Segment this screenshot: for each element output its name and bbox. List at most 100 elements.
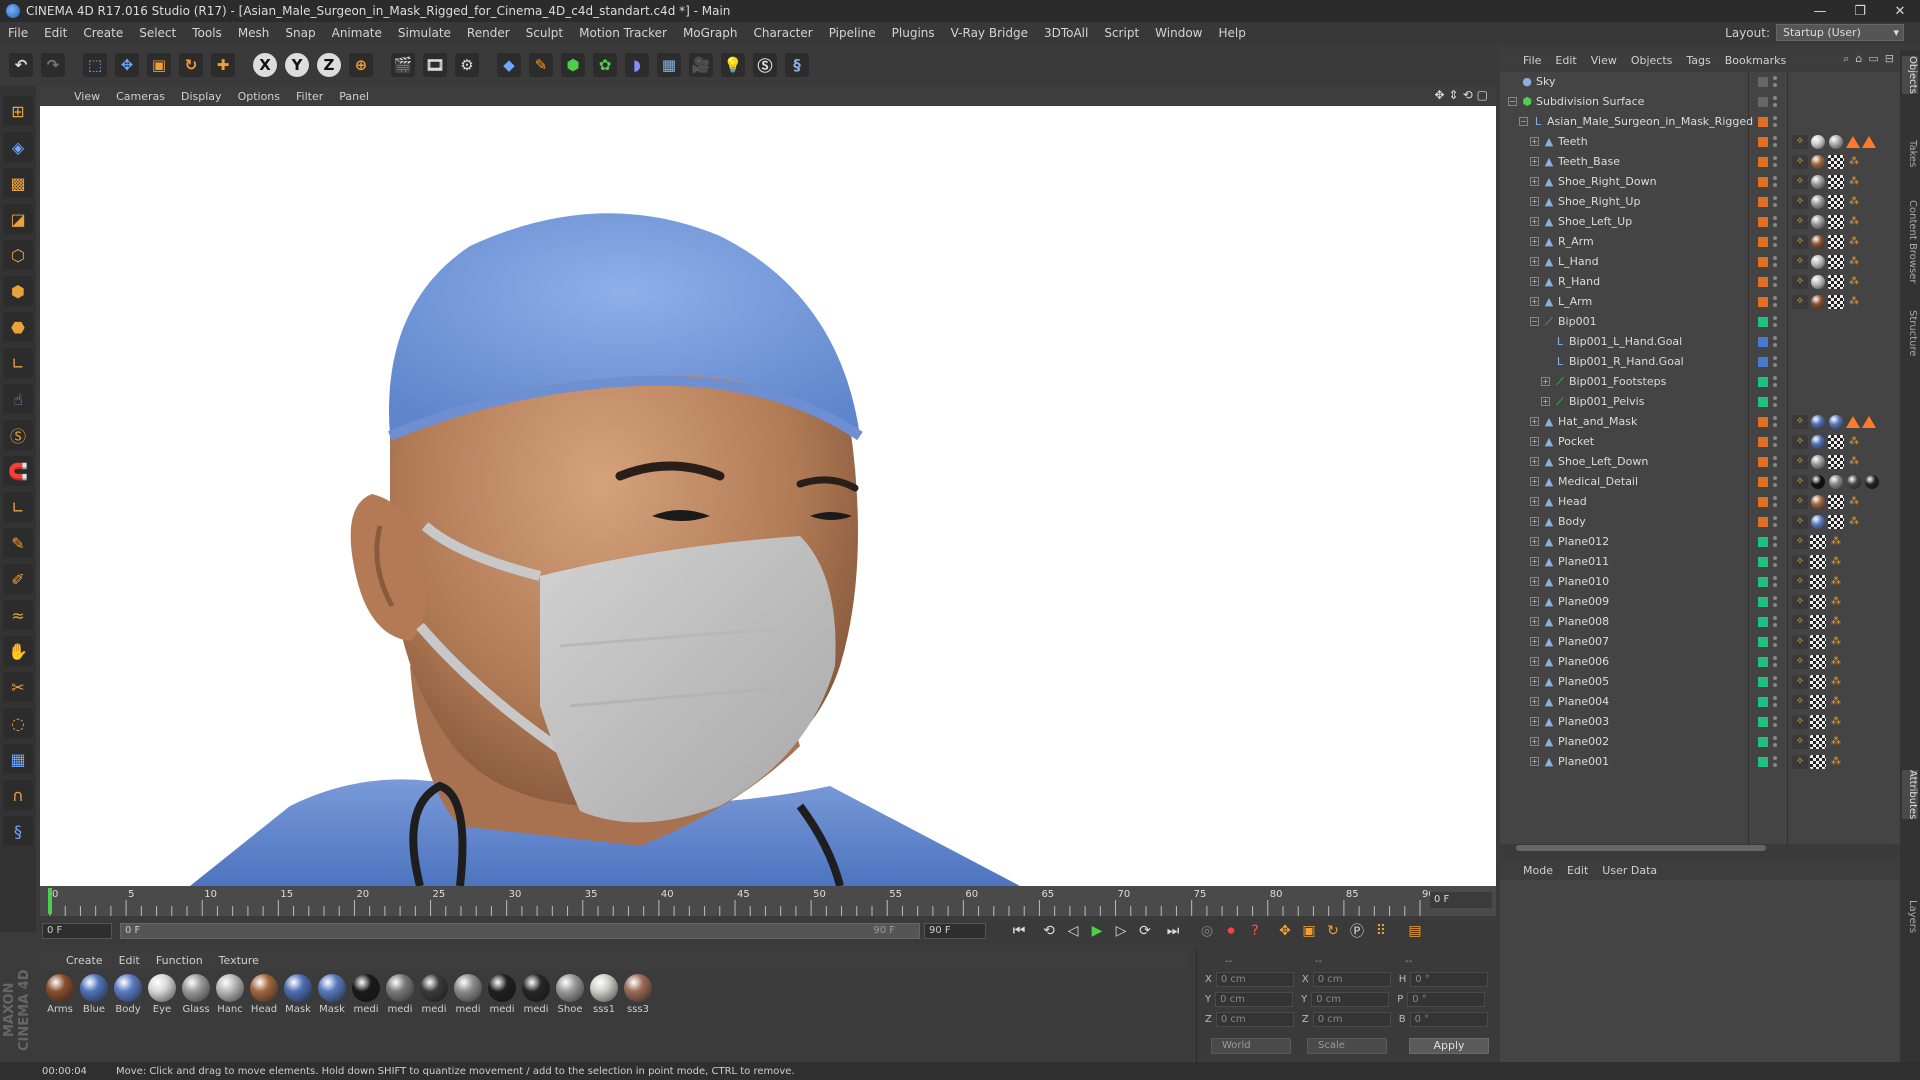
menu-sculpt[interactable]: Sculpt	[518, 26, 571, 40]
layer-color-swatch[interactable]	[1758, 357, 1768, 367]
edit-render-settings-button[interactable]: ⚙	[452, 48, 482, 82]
camera-button[interactable]: 🎥	[686, 48, 716, 82]
expand-toggle[interactable]: +	[1530, 597, 1539, 606]
visibility-toggle[interactable]	[1772, 355, 1778, 369]
material-swatch[interactable]: medi	[486, 974, 518, 1015]
search-icon[interactable]: ⌕	[1843, 52, 1849, 66]
material-swatch[interactable]: Glass	[180, 974, 212, 1015]
object-row[interactable]: L Bip001_R_Hand.Goal	[1500, 352, 1900, 372]
pinch-tool[interactable]: ✂	[3, 672, 33, 702]
object-row[interactable]: − ⟋ Bip001	[1500, 312, 1900, 332]
cloner-button[interactable]: ✿	[590, 48, 620, 82]
menu-window[interactable]: Window	[1147, 26, 1210, 40]
layer-color-swatch[interactable]	[1758, 117, 1768, 127]
layer-color-swatch[interactable]	[1758, 377, 1768, 387]
object-row[interactable]: + ▲ Shoe_Left_Down ✧ ⁂	[1500, 452, 1900, 472]
side-tab-content-browser[interactable]: Content Browser	[1902, 200, 1918, 283]
material-tag-icon[interactable]	[1811, 495, 1825, 509]
material-tag-icon[interactable]	[1811, 235, 1825, 249]
object-row[interactable]: + ▲ L_Arm ✧ ⁂	[1500, 292, 1900, 312]
rotation-h-field[interactable]: 0 °	[1410, 972, 1489, 987]
phong-tag-icon[interactable]: ✧	[1792, 235, 1808, 249]
menu-simulate[interactable]: Simulate	[390, 26, 459, 40]
pen-button[interactable]: ✎	[526, 48, 556, 82]
move-button[interactable]: ✥	[112, 48, 142, 82]
phong-tag-icon[interactable]: ✧	[1792, 155, 1808, 169]
next-key-icon[interactable]: ⟳	[1134, 922, 1156, 940]
live-select-button[interactable]: ⬚	[80, 48, 110, 82]
uvw-tag-icon[interactable]	[1828, 195, 1844, 209]
expand-toggle[interactable]: +	[1530, 477, 1539, 486]
object-row[interactable]: + ▲ Plane007 ✧ ⁂	[1500, 632, 1900, 652]
material-swatch[interactable]: Mask	[282, 974, 314, 1015]
viewport-menu-options[interactable]: Options	[230, 90, 288, 103]
object-row[interactable]: L Bip001_L_Hand.Goal	[1500, 332, 1900, 352]
layer-color-swatch[interactable]	[1758, 297, 1768, 307]
uvw-tag-icon[interactable]	[1810, 575, 1826, 589]
objects-menu-tags[interactable]: Tags	[1679, 54, 1717, 67]
material-tag-icon[interactable]	[1811, 415, 1825, 429]
last-tool-button[interactable]: ✚	[208, 48, 238, 82]
minimize-button[interactable]: —	[1800, 0, 1840, 22]
uvw-tag-icon[interactable]	[1828, 235, 1844, 249]
expand-toggle[interactable]: +	[1530, 697, 1539, 706]
menu-3dtoall[interactable]: 3DToAll	[1036, 26, 1096, 40]
go-to-end-icon[interactable]: ⏭	[1162, 922, 1184, 940]
expand-toggle[interactable]: −	[1530, 317, 1539, 326]
visibility-toggle[interactable]	[1772, 155, 1778, 169]
phong-tag-icon[interactable]: ✧	[1792, 655, 1808, 669]
home-icon[interactable]: ⌂	[1855, 52, 1862, 66]
expand-toggle[interactable]: +	[1530, 457, 1539, 466]
material-tag-icon[interactable]	[1811, 195, 1825, 209]
playhead-marker[interactable]	[48, 888, 52, 914]
visibility-toggle[interactable]	[1772, 115, 1778, 129]
scale-button[interactable]: ▣	[144, 48, 174, 82]
visibility-toggle[interactable]	[1772, 135, 1778, 149]
phong-tag-icon[interactable]: ✧	[1792, 455, 1808, 469]
visibility-toggle[interactable]	[1772, 655, 1778, 669]
object-name[interactable]: Bip001	[1558, 315, 1597, 328]
material-swatch[interactable]: Blue	[78, 974, 110, 1015]
smooth-tool[interactable]: ≈	[3, 600, 33, 630]
expand-toggle[interactable]: +	[1530, 217, 1539, 226]
visibility-toggle[interactable]	[1772, 555, 1778, 569]
size-z-field[interactable]: 0 cm	[1312, 1012, 1391, 1027]
expand-toggle[interactable]: −	[1519, 117, 1528, 126]
weight-tag-icon[interactable]: ⁂	[1828, 695, 1844, 709]
undo-button[interactable]: ↶	[6, 48, 36, 82]
position-z-field[interactable]: 0 cm	[1215, 1012, 1294, 1027]
floor-button[interactable]: ▦	[654, 48, 684, 82]
menu-tools[interactable]: Tools	[184, 26, 230, 40]
material-menu-function[interactable]: Function	[148, 954, 211, 967]
object-row[interactable]: + ▲ Plane005 ✧ ⁂	[1500, 672, 1900, 692]
layer-color-swatch[interactable]	[1758, 517, 1768, 527]
rotation-key-icon[interactable]: ↻	[1322, 922, 1344, 940]
weight-tag-icon[interactable]: ⁂	[1846, 255, 1862, 269]
expand-toggle[interactable]: +	[1530, 617, 1539, 626]
paint-tool[interactable]: ✐	[3, 564, 33, 594]
menu-edit[interactable]: Edit	[36, 26, 75, 40]
sculpt-brush-tool[interactable]: ✎	[3, 528, 33, 558]
object-row[interactable]: + ▲ Hat_and_Mask ✧	[1500, 412, 1900, 432]
point-level-key-icon[interactable]: ⠿	[1370, 922, 1392, 940]
visibility-toggle[interactable]	[1772, 195, 1778, 209]
uvw-tag-icon[interactable]	[1828, 295, 1844, 309]
objects-menu-file[interactable]: File	[1516, 54, 1548, 67]
material-menu-texture[interactable]: Texture	[211, 954, 267, 967]
uvw-tag-icon[interactable]	[1810, 735, 1826, 749]
uvw-tag-icon[interactable]	[1810, 655, 1826, 669]
object-name[interactable]: Plane005	[1558, 675, 1609, 688]
object-row[interactable]: + ▲ Plane011 ✧ ⁂	[1500, 552, 1900, 572]
object-name[interactable]: Plane012	[1558, 535, 1609, 548]
attributes-menu-edit[interactable]: Edit	[1560, 864, 1595, 877]
detach-icon[interactable]: ⊟	[1885, 52, 1894, 66]
material-tag-icon[interactable]	[1811, 155, 1825, 169]
magnet-tool[interactable]: ∩	[3, 780, 33, 810]
autokey-icon[interactable]: ⏺	[1220, 922, 1242, 940]
side-tab-structure[interactable]: Structure	[1902, 310, 1918, 357]
material-tag-icon[interactable]	[1811, 435, 1825, 449]
material-tag-icon[interactable]	[1865, 475, 1879, 489]
layer-color-swatch[interactable]	[1758, 617, 1768, 627]
weight-tag-icon[interactable]: ⁂	[1846, 455, 1862, 469]
play-icon[interactable]: ▶	[1086, 922, 1108, 940]
